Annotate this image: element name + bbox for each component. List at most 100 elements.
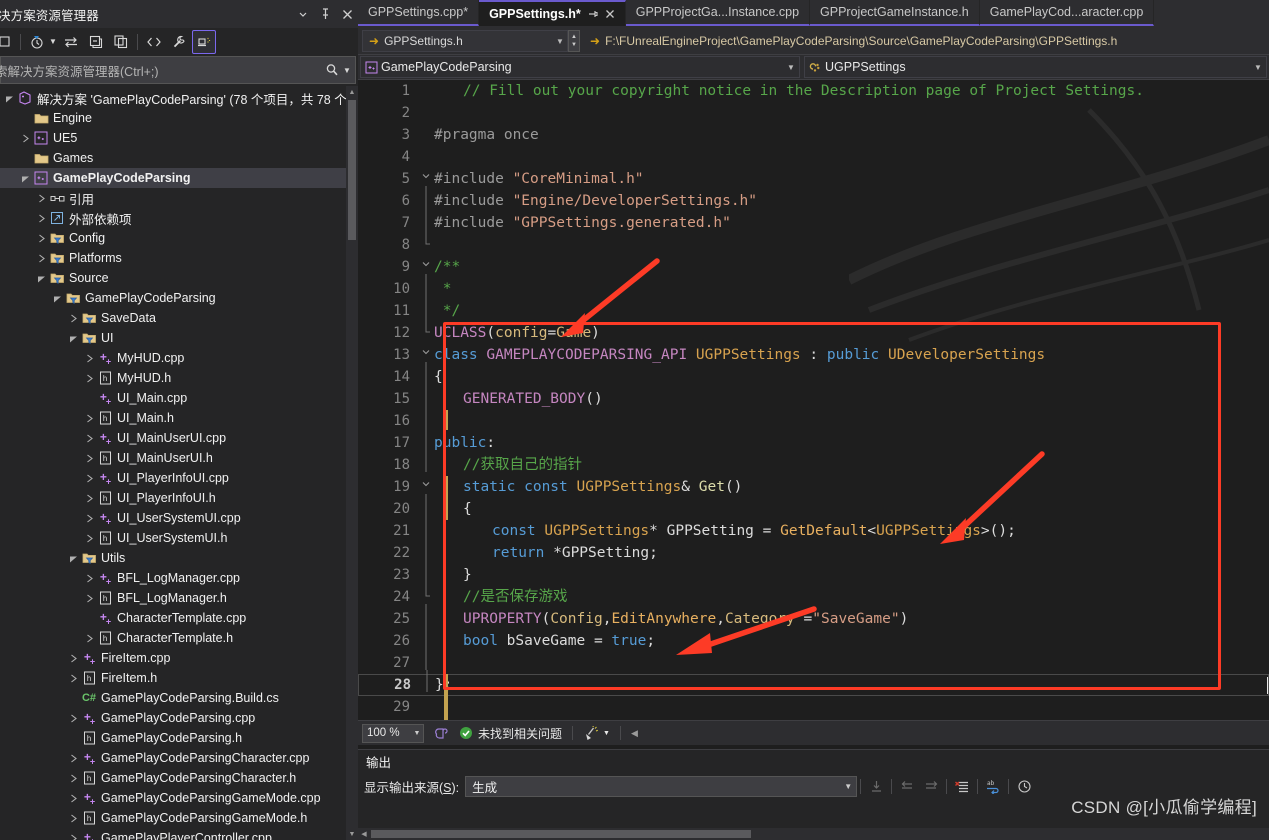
twisty-icon[interactable] — [82, 594, 96, 603]
tree-item[interactable]: Utils — [0, 548, 358, 568]
code-line[interactable]: 13 class GAMEPLAYCODEPARSING_API UGPPSett… — [358, 344, 1269, 366]
code-line[interactable]: 23} — [358, 559, 1269, 586]
twisty-icon[interactable] — [82, 534, 96, 543]
tree-item[interactable]: ++ BFL_LogManager.cpp — [0, 568, 358, 588]
twisty-icon[interactable] — [66, 314, 80, 323]
tree-item[interactable]: ++ GamePlayCodeParsingGameMode.cpp — [0, 788, 358, 808]
pending-changes-clock-icon[interactable] — [25, 30, 49, 54]
preview-selected-items-icon[interactable] — [192, 29, 216, 54]
code-line[interactable]: 25 UPROPERTY(Config,EditAnywhere,Category… — [358, 603, 1269, 630]
next-message-icon[interactable] — [919, 775, 943, 797]
twisty-icon[interactable] — [82, 374, 96, 383]
output-source-combo[interactable]: 生成 ▼ — [465, 775, 858, 797]
code-cleanup-button[interactable]: ▼ — [583, 725, 610, 741]
toggle-timestamp-icon[interactable] — [1012, 775, 1036, 797]
properties-wrench-icon[interactable] — [167, 30, 191, 54]
tree-item[interactable]: h GamePlayCodeParsingGameMode.h — [0, 808, 358, 828]
view-code-icon[interactable] — [142, 30, 166, 54]
tree-item[interactable]: GamePlayCodeParsing — [0, 168, 358, 188]
code-line[interactable]: 4 — [358, 146, 1269, 168]
twisty-icon[interactable] — [66, 774, 80, 783]
scrollbar-thumb[interactable] — [371, 830, 751, 838]
code-line[interactable]: 17 public: — [358, 427, 1269, 454]
twisty-icon[interactable] — [66, 814, 80, 823]
tree-item[interactable]: ++ GamePlayPlayerController.cpp — [0, 828, 358, 840]
pin-icon[interactable] — [588, 9, 598, 19]
code-line[interactable]: 6 #include "Engine/DeveloperSettings.h" — [358, 185, 1269, 212]
code-line[interactable]: 29 — [358, 696, 1269, 718]
twisty-icon[interactable] — [34, 194, 48, 203]
chevron-down-icon[interactable]: ▼ — [840, 782, 856, 791]
twisty-icon[interactable] — [66, 654, 80, 663]
tree-item[interactable]: h UI_PlayerInfoUI.h — [0, 488, 358, 508]
sync-with-active-document-icon[interactable] — [59, 30, 83, 54]
tree-item[interactable]: h MyHUD.h — [0, 368, 358, 388]
editor-tab[interactable]: GamePlayCod...aracter.cpp — [979, 0, 1155, 26]
code-line[interactable]: 8 — [358, 229, 1269, 256]
tree-item[interactable]: Games — [0, 148, 358, 168]
tree-item[interactable]: ++ CharacterTemplate.cpp — [0, 608, 358, 628]
tree-vertical-scrollbar[interactable]: ▲ ▼ — [346, 86, 358, 840]
tree-item[interactable]: Platforms — [0, 248, 358, 268]
code-line[interactable]: 26 bool bSaveGame = true; — [358, 625, 1269, 652]
code-line[interactable]: 10 * — [358, 273, 1269, 300]
tree-item[interactable]: ++ GamePlayCodeParsingCharacter.cpp — [0, 748, 358, 768]
twisty-icon[interactable] — [82, 494, 96, 503]
twisty-icon[interactable] — [34, 254, 48, 263]
twisty-icon[interactable] — [66, 834, 80, 840]
code-line[interactable]: 28}; — [358, 669, 1269, 696]
close-icon[interactable] — [605, 9, 615, 19]
pending-changes-dropdown-caret[interactable]: ▼ — [48, 37, 58, 46]
tree-item[interactable]: ++ UI_UserSystemUI.cpp — [0, 508, 358, 528]
code-line[interactable]: 12 UCLASS(config=Game) — [358, 317, 1269, 344]
code-line[interactable]: 11 */ — [358, 295, 1269, 322]
file-spinner[interactable]: ▲ ▼ — [568, 30, 580, 52]
editor-tab[interactable]: GPPSettings.cpp* — [358, 0, 480, 26]
tree-item[interactable]: ++ UI_PlayerInfoUI.cpp — [0, 468, 358, 488]
tree-item[interactable]: ++ FireItem.cpp — [0, 648, 358, 668]
twisty-icon[interactable] — [66, 714, 80, 723]
active-file-combo[interactable]: ➜ GPPSettings.h ▼ — [362, 30, 568, 52]
symbol-scope-combo[interactable]: UGPPSettings ▼ — [804, 56, 1267, 78]
twisty-icon[interactable] — [34, 274, 48, 283]
tree-item[interactable]: ++ UI_MainUserUI.cpp — [0, 428, 358, 448]
tree-item[interactable]: h BFL_LogManager.h — [0, 588, 358, 608]
tree-item[interactable]: 解决方案 'GamePlayCodeParsing' (78 个项目，共 78 … — [0, 88, 358, 108]
scrollbar-thumb[interactable] — [348, 100, 356, 240]
chevron-down-icon[interactable]: ▼ — [603, 730, 610, 737]
previous-message-icon[interactable] — [895, 775, 919, 797]
twisty-icon[interactable] — [66, 754, 80, 763]
code-line[interactable]: 20 { — [358, 493, 1269, 520]
twisty-icon[interactable] — [34, 234, 48, 243]
scroll-down-arrow-icon[interactable]: ▼ — [346, 828, 358, 840]
issues-status[interactable]: 未找到相关问题 — [459, 725, 562, 742]
code-line[interactable]: 19 static const UGPPSettings& Get() — [358, 476, 1269, 498]
twisty-icon[interactable] — [18, 134, 32, 143]
editor-tab[interactable]: GPPProjectGa...Instance.cpp — [625, 0, 811, 26]
tree-item[interactable]: 外部依赖项 — [0, 208, 358, 228]
fold-marker[interactable] — [419, 669, 435, 701]
twisty-icon[interactable] — [66, 334, 80, 343]
goto-message-icon[interactable] — [864, 775, 888, 797]
clear-all-icon[interactable] — [950, 775, 974, 797]
twisty-icon[interactable] — [82, 634, 96, 643]
toggle-word-wrap-icon[interactable]: ab — [981, 775, 1005, 797]
intellicode-status[interactable] — [434, 726, 449, 741]
code-line[interactable]: 21 const UGPPSettings* GPPSetting = GetDe… — [358, 515, 1269, 542]
twisty-icon[interactable] — [82, 414, 96, 423]
collapse-all-icon[interactable] — [84, 30, 108, 54]
twisty-icon[interactable] — [82, 514, 96, 523]
tree-item[interactable]: ++ MyHUD.cpp — [0, 348, 358, 368]
twisty-icon[interactable] — [82, 454, 96, 463]
solution-explorer-search[interactable]: ▼ — [0, 56, 356, 84]
code-line[interactable]: 9 /** — [358, 256, 1269, 278]
tree-item[interactable]: Engine — [0, 108, 358, 128]
tree-item[interactable]: ++ UI_Main.cpp — [0, 388, 358, 408]
scroll-left-arrow-icon[interactable]: ◀ — [358, 830, 370, 838]
tree-item[interactable]: Config — [0, 228, 358, 248]
code-line[interactable]: 7 #include "GPPSettings.generated.h" — [358, 207, 1269, 234]
code-line[interactable]: 2 — [358, 102, 1269, 124]
tree-item[interactable]: h UI_UserSystemUI.h — [0, 528, 358, 548]
tree-item[interactable]: GamePlayCodeParsing — [0, 288, 358, 308]
scroll-up-arrow-icon[interactable]: ▲ — [346, 86, 358, 98]
